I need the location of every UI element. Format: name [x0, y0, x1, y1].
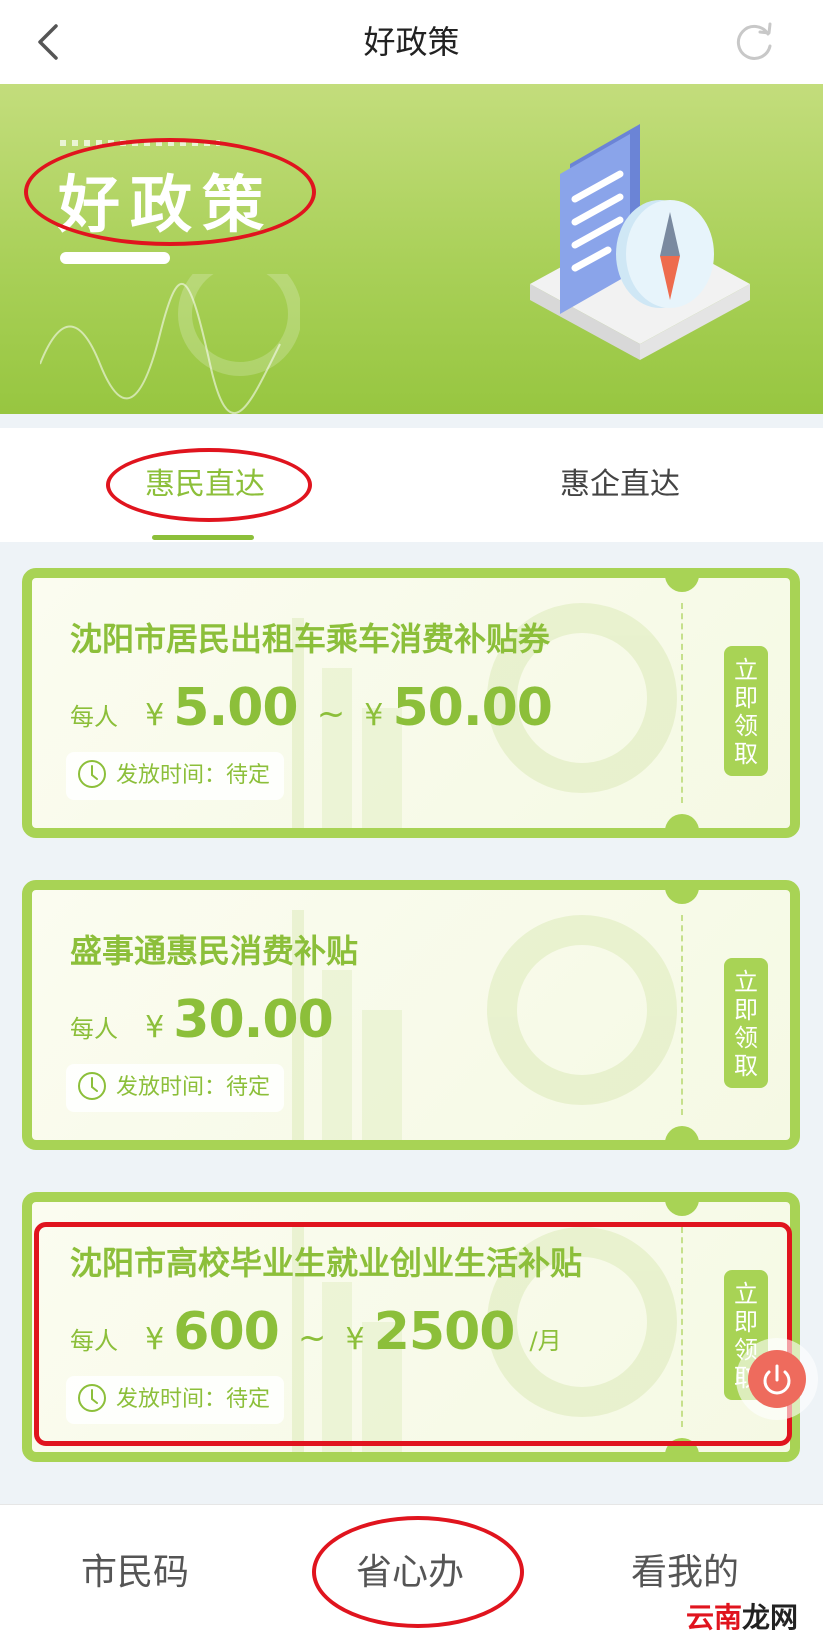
amount-row: 每人 ¥ 30.00 [70, 990, 334, 1050]
claim-button-char: 取 [734, 740, 758, 768]
release-time-label: 发放时间：待定 [116, 763, 271, 788]
annotation-circle-active-tab [106, 448, 312, 522]
tab-hui-qi-zhi-da[interactable]: 惠企直达 [515, 428, 725, 542]
amount-min: 5.00 [173, 678, 298, 738]
watermark-part-1: 云南 [686, 1601, 743, 1634]
release-time-label: 发放时间：待定 [116, 1075, 271, 1100]
top-bar: 好政策 [0, 0, 823, 84]
ticket-divider [681, 603, 683, 803]
claim-button-char: 领 [734, 1024, 758, 1052]
claim-button-char: 立 [734, 656, 758, 684]
nav-citizen-code[interactable]: 市民码 [60, 1543, 210, 1603]
floating-power-button[interactable] [748, 1350, 806, 1408]
amount-row: 每人 ¥ 5.00 ~ ¥ 50.00 [70, 678, 553, 738]
clock-icon [78, 760, 106, 788]
annotation-circle-banner-title [24, 138, 316, 246]
currency-symbol: ¥ [145, 1010, 165, 1045]
clock-icon [78, 1072, 106, 1100]
claim-now-button[interactable]: 立 即 领 取 [724, 958, 768, 1088]
claim-button-char: 即 [734, 684, 758, 712]
release-time: 发放时间：待定 [66, 1064, 285, 1112]
range-separator: ~ [316, 694, 346, 734]
currency-symbol: ¥ [364, 698, 384, 733]
amount-value: 30.00 [173, 990, 333, 1050]
amount-max: 50.00 [392, 678, 552, 738]
claim-button-char: 立 [734, 968, 758, 996]
claim-button-char: 领 [734, 712, 758, 740]
banner: 好政策 [0, 84, 823, 414]
claim-button-char: 取 [734, 1052, 758, 1080]
subsidy-card: 盛事通惠民消费补贴 每人 ¥ 30.00 发放时间：待定 立 即 领 取 [22, 880, 800, 1150]
per-person-label: 每人 [70, 1015, 118, 1043]
claim-now-button[interactable]: 立 即 领 取 [724, 646, 768, 776]
card-title: 盛事通惠民消费补贴 [70, 932, 359, 970]
document-compass-illustration-icon [530, 124, 750, 360]
card-title: 沈阳市居民出租车乘车消费补贴券 [70, 620, 551, 658]
watermark-part-2: 龙网 [742, 1601, 799, 1634]
release-time: 发放时间：待定 [66, 752, 285, 800]
subsidy-card: 沈阳市居民出租车乘车消费补贴券 每人 ¥ 5.00 ~ ¥ 50.00 发放时间… [22, 568, 800, 838]
city-skyline-decoration-icon [292, 910, 677, 1140]
currency-symbol: ¥ [145, 698, 165, 733]
claim-button-char: 即 [734, 996, 758, 1024]
per-person-label: 每人 [70, 703, 118, 731]
site-watermark: 云南龙网 [686, 1596, 798, 1636]
banner-underline [60, 252, 170, 264]
page-title: 好政策 [363, 23, 460, 61]
nav-my-profile[interactable]: 看我的 [610, 1543, 760, 1603]
refresh-icon[interactable] [730, 18, 778, 66]
annotation-rectangle-card-3 [34, 1222, 792, 1446]
power-icon [763, 1364, 791, 1395]
ticket-divider [681, 915, 683, 1115]
active-tab-indicator [152, 535, 254, 540]
annotation-circle-nav [312, 1516, 524, 1628]
wave-decoration-icon [40, 274, 300, 414]
